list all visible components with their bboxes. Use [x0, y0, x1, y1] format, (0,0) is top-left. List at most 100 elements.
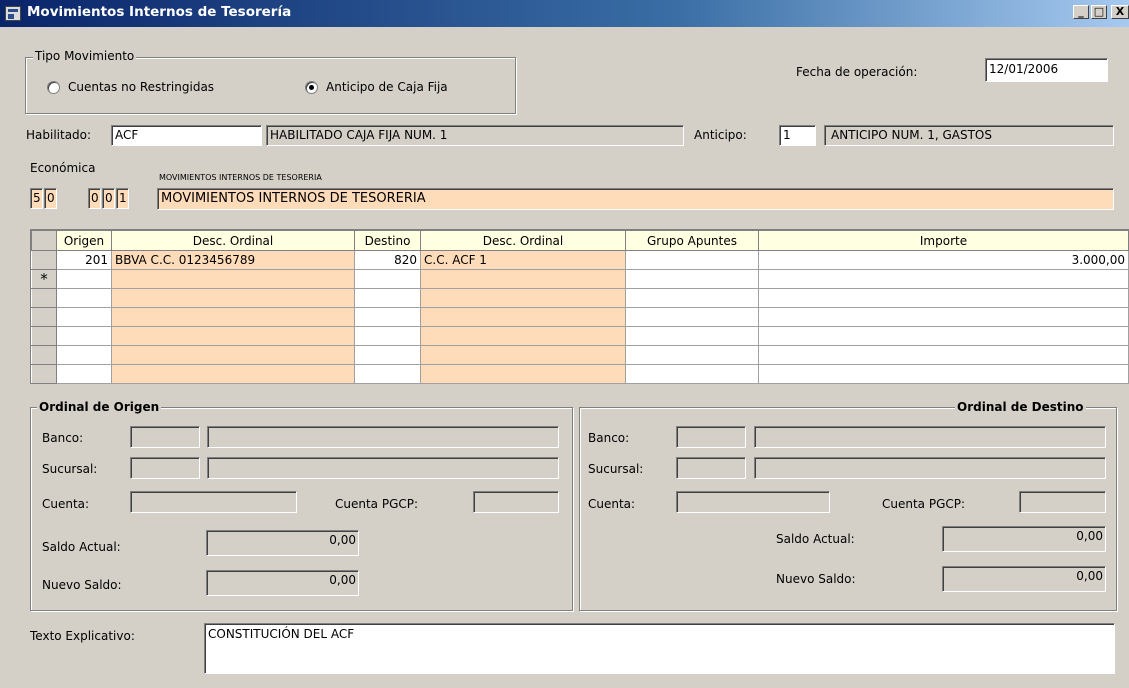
app-window: Movimientos Internos de Tesorería _ □ X … [0, 0, 1129, 688]
cell-empty [354, 307, 421, 327]
cell-grupo-apuntes[interactable] [625, 250, 759, 270]
fecha-input[interactable]: 12/01/2006 [985, 58, 1108, 82]
destino-sucursal-name [754, 457, 1106, 479]
economica-digit-input[interactable]: 1 [116, 188, 129, 209]
cell-empty [758, 364, 1129, 384]
movimientos-grid[interactable]: Origen Desc. Ordinal Destino Desc. Ordin… [30, 229, 1129, 384]
origen-nuevo-saldo-label: Nuevo Saldo: [42, 578, 122, 592]
texto-explicativo-input[interactable]: CONSTITUCIÓN DEL ACF [204, 623, 1115, 674]
origen-pgcp-field [473, 491, 559, 513]
maximize-button[interactable]: □ [1091, 5, 1107, 19]
cell-empty [111, 307, 355, 327]
col-header-desc-origen[interactable]: Desc. Ordinal [111, 230, 355, 251]
habilitado-code-input[interactable]: ACF [111, 125, 262, 146]
origen-saldo-actual: 0,00 [206, 530, 359, 556]
habilitado-description: HABILITADO CAJA FIJA NUM. 1 [266, 125, 684, 146]
cell-empty [56, 307, 112, 327]
destino-nuevo-saldo: 0,00 [942, 566, 1106, 592]
economica-digit-input[interactable]: 0 [44, 188, 57, 209]
anticipo-label: Anticipo: [694, 128, 747, 142]
cell-empty [758, 326, 1129, 346]
cell-empty [625, 307, 759, 327]
cell-empty [625, 326, 759, 346]
radio-anticipo-caja-fija[interactable] [305, 81, 318, 94]
table-row[interactable]: 201 BBVA C.C. 0123456789 820 C.C. ACF 1 … [31, 250, 1129, 270]
origen-banco-name [207, 426, 559, 448]
economica-digit-input[interactable]: 0 [88, 188, 101, 209]
table-row-empty [31, 288, 1129, 308]
table-row-new[interactable]: * [31, 269, 1129, 289]
radio-label-cuentas[interactable]: Cuentas no Restringidas [68, 80, 214, 94]
economica-digit-input[interactable]: 0 [102, 188, 115, 209]
title-bar[interactable]: Movimientos Internos de Tesorería _ □ X [0, 0, 1129, 27]
row-selector[interactable] [31, 326, 57, 346]
origen-banco-label: Banco: [42, 431, 84, 445]
table-row-empty [31, 364, 1129, 384]
table-row-empty [31, 307, 1129, 327]
window-title: Movimientos Internos de Tesorería [27, 4, 292, 20]
origen-sucursal-label: Sucursal: [42, 462, 98, 476]
economica-label: Económica [30, 161, 96, 175]
cell-origen[interactable]: 201 [56, 250, 112, 270]
destino-saldo-actual: 0,00 [942, 526, 1106, 552]
col-header-importe[interactable]: Importe [758, 230, 1129, 251]
col-header-grupo-apuntes[interactable]: Grupo Apuntes [625, 230, 759, 251]
anticipo-code-input[interactable]: 1 [779, 125, 816, 146]
destino-pgcp-label: Cuenta PGCP: [882, 497, 966, 511]
row-selector[interactable] [31, 250, 57, 270]
cell-empty [354, 364, 421, 384]
tipo-movimiento-caption: Tipo Movimiento [33, 49, 137, 63]
origen-banco-code [130, 426, 200, 448]
cell-importe[interactable]: 3.000,00 [758, 250, 1129, 270]
cell-empty[interactable] [111, 269, 355, 289]
habilitado-label: Habilitado: [26, 128, 92, 142]
cell-desc-destino[interactable]: C.C. ACF 1 [420, 250, 626, 270]
anticipo-description: ANTICIPO NUM. 1, GASTOS [824, 125, 1114, 146]
cell-empty [111, 364, 355, 384]
economica-digit-input[interactable]: 5 [30, 188, 43, 209]
cell-empty [420, 288, 626, 308]
cell-empty [420, 326, 626, 346]
origen-nuevo-saldo: 0,00 [206, 570, 359, 596]
cell-empty[interactable] [56, 269, 112, 289]
row-selector[interactable] [31, 307, 57, 327]
row-selector[interactable] [31, 288, 57, 308]
cell-empty [758, 345, 1129, 365]
origen-cuenta-field [130, 491, 297, 513]
radio-label-anticipo[interactable]: Anticipo de Caja Fija [326, 80, 448, 94]
col-header-destino[interactable]: Destino [354, 230, 421, 251]
economica-small-caption: MOVIMIENTOS INTERNOS DE TESORERIA [159, 173, 322, 182]
origen-sucursal-name [207, 457, 559, 479]
col-header-origen[interactable]: Origen [56, 230, 112, 251]
cell-empty[interactable] [354, 269, 421, 289]
cell-destino[interactable]: 820 [354, 250, 421, 270]
new-row-marker[interactable]: * [31, 269, 57, 289]
row-selector[interactable] [31, 364, 57, 384]
grid-corner[interactable] [31, 230, 57, 251]
cell-empty [354, 345, 421, 365]
cell-desc-origen[interactable]: BBVA C.C. 0123456789 [111, 250, 355, 270]
row-selector[interactable] [31, 345, 57, 365]
minimize-button[interactable]: _ [1073, 5, 1089, 19]
fecha-label: Fecha de operación: [796, 65, 918, 79]
radio-cuentas-no-restringidas[interactable] [47, 81, 60, 94]
cell-empty [56, 364, 112, 384]
cell-empty[interactable] [758, 269, 1129, 289]
cell-empty[interactable] [625, 269, 759, 289]
cell-empty [354, 326, 421, 346]
cell-empty [354, 288, 421, 308]
cell-empty [758, 288, 1129, 308]
destino-banco-code [676, 426, 746, 448]
destino-banco-label: Banco: [588, 431, 630, 445]
cell-empty[interactable] [420, 269, 626, 289]
cell-empty [758, 307, 1129, 327]
cell-empty [56, 326, 112, 346]
cell-empty [625, 345, 759, 365]
cell-empty [420, 307, 626, 327]
table-row-empty [31, 345, 1129, 365]
texto-explicativo-label: Texto Explicativo: [30, 629, 135, 643]
destino-sucursal-label: Sucursal: [588, 462, 644, 476]
close-button[interactable]: X [1111, 5, 1129, 19]
origen-cuenta-label: Cuenta: [42, 497, 90, 511]
col-header-desc-destino[interactable]: Desc. Ordinal [420, 230, 626, 251]
